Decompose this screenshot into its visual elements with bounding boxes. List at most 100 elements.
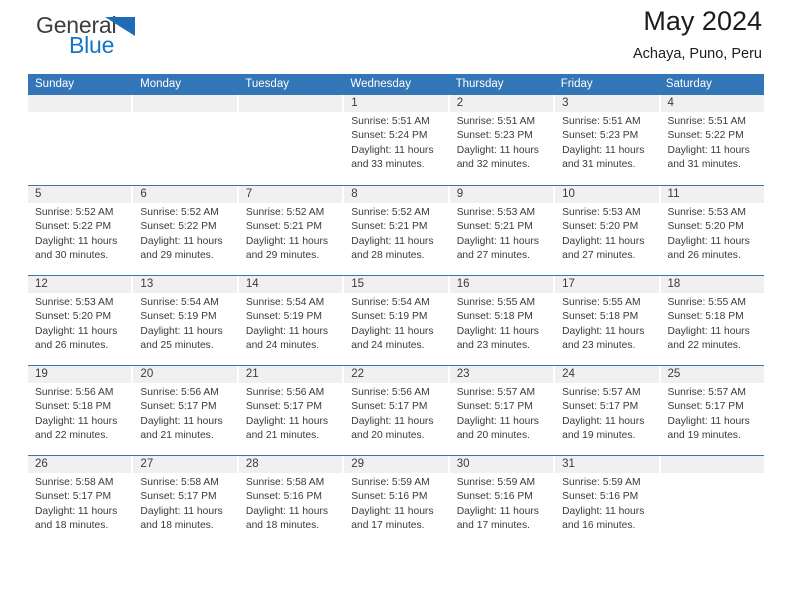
day-cell[interactable]: 19 Sunrise: 5:56 AM Sunset: 5:18 PM Dayligh… xyxy=(28,366,132,455)
sunset-text: Sunset: 5:17 PM xyxy=(245,401,322,413)
sunrise-text: Sunrise: 5:52 AM xyxy=(351,207,430,218)
day-cell[interactable]: 8 Sunrise: 5:52 AM Sunset: 5:21 PM Daylight… xyxy=(344,186,448,275)
sunrise-text: Sunrise: 5:57 AM xyxy=(667,387,746,398)
sunset-text: Sunset: 5:22 PM xyxy=(667,130,744,142)
day-cell[interactable]: 16 Sunrise: 5:55 AM Sunset: 5:18 PM Dayligh… xyxy=(449,276,554,365)
day-number: 2 xyxy=(449,95,554,112)
sunrise-text: Sunrise: 5:52 AM xyxy=(35,207,114,218)
daylight-text-line1: Daylight: 11 hours xyxy=(35,415,118,427)
day-cell[interactable]: 7 Sunrise: 5:52 AM Sunset: 5:21 PM Daylight… xyxy=(238,186,343,275)
daylight-text-line2: and 24 minutes. xyxy=(245,340,320,352)
sunset-text: Sunset: 5:22 PM xyxy=(140,221,217,233)
day-cell[interactable]: 6 Sunrise: 5:52 AM Sunset: 5:22 PM Daylight… xyxy=(133,186,237,275)
title-block: May 2024 Achaya, Puno, Peru xyxy=(633,6,762,62)
daylight-text-line1: Daylight: 11 hours xyxy=(351,505,434,517)
day-cell[interactable]: 4 Sunrise: 5:51 AM Sunset: 5:22 PM Daylight… xyxy=(660,95,764,185)
daylight-text-line1: Daylight: 11 hours xyxy=(562,325,645,337)
day-info: Sunrise: 5:55 AM Sunset: 5:18 PM Daylight:… xyxy=(450,293,553,354)
week-row: 5 Sunrise: 5:52 AM Sunset: 5:22 PM Daylight… xyxy=(28,185,764,275)
day-cell[interactable]: 12 Sunrise: 5:53 AM Sunset: 5:20 PM Dayligh… xyxy=(28,276,132,365)
sunset-text: Sunset: 5:21 PM xyxy=(456,221,533,233)
daylight-text-line2: and 21 minutes. xyxy=(245,430,320,442)
day-cell[interactable]: 5 Sunrise: 5:52 AM Sunset: 5:22 PM Daylight… xyxy=(28,186,132,275)
day-info: Sunrise: 5:58 AM Sunset: 5:16 PM Daylight:… xyxy=(239,473,342,534)
week-row: 19 Sunrise: 5:56 AM Sunset: 5:18 PM Dayligh… xyxy=(28,365,764,455)
day-cell[interactable]: 30 Sunrise: 5:59 AM Sunset: 5:16 PM Dayligh… xyxy=(449,456,554,545)
sunrise-text: Sunrise: 5:56 AM xyxy=(245,387,325,398)
day-number: 20 xyxy=(133,366,237,383)
day-cell[interactable]: 21 Sunrise: 5:56 AM Sunset: 5:17 PM Dayligh… xyxy=(238,366,343,455)
day-cell[interactable]: 23 Sunrise: 5:57 AM Sunset: 5:17 PM Dayligh… xyxy=(449,366,554,455)
day-cell[interactable]: 13 Sunrise: 5:54 AM Sunset: 5:19 PM Dayligh… xyxy=(133,276,237,365)
day-info: Sunrise: 5:54 AM Sunset: 5:19 PM Daylight:… xyxy=(133,293,236,354)
day-cell[interactable]: 25 Sunrise: 5:57 AM Sunset: 5:17 PM Dayligh… xyxy=(660,366,764,455)
daylight-text-line1: Daylight: 11 hours xyxy=(456,505,539,517)
sunset-text: Sunset: 5:17 PM xyxy=(35,491,112,503)
day-cell[interactable]: 27 Sunrise: 5:58 AM Sunset: 5:17 PM Dayligh… xyxy=(133,456,237,545)
sunset-text: Sunset: 5:20 PM xyxy=(35,311,112,323)
day-cell[interactable]: 11 Sunrise: 5:53 AM Sunset: 5:20 PM Dayligh… xyxy=(660,186,764,275)
day-cell[interactable]: 2 Sunrise: 5:51 AM Sunset: 5:23 PM Daylight… xyxy=(449,95,554,185)
daylight-text-line2: and 25 minutes. xyxy=(140,340,214,352)
sunset-text: Sunset: 5:17 PM xyxy=(562,401,639,413)
day-cell[interactable]: 18 Sunrise: 5:55 AM Sunset: 5:18 PM Dayligh… xyxy=(660,276,764,365)
day-number: 16 xyxy=(449,276,554,293)
day-cell[interactable]: 3 Sunrise: 5:51 AM Sunset: 5:23 PM Daylight… xyxy=(555,95,659,185)
sunset-text: Sunset: 5:17 PM xyxy=(456,401,533,413)
weekday-header-thursday: Thursday xyxy=(455,78,504,90)
day-info: Sunrise: 5:53 AM Sunset: 5:21 PM Daylight:… xyxy=(450,203,553,264)
day-cell[interactable]: 10 Sunrise: 5:53 AM Sunset: 5:20 PM Dayligh… xyxy=(555,186,659,275)
day-cell-empty xyxy=(660,456,764,545)
day-number: 19 xyxy=(28,366,132,383)
sunrise-text: Sunrise: 5:58 AM xyxy=(140,477,219,488)
day-info: Sunrise: 5:57 AM Sunset: 5:17 PM Daylight:… xyxy=(450,383,553,444)
day-number: 8 xyxy=(344,186,448,203)
day-number: 17 xyxy=(555,276,659,293)
day-info: Sunrise: 5:56 AM Sunset: 5:18 PM Daylight:… xyxy=(28,383,131,444)
daylight-text-line1: Daylight: 11 hours xyxy=(35,325,118,337)
daylight-text-line1: Daylight: 11 hours xyxy=(351,325,434,337)
day-number: 27 xyxy=(133,456,237,473)
day-cell[interactable]: 28 Sunrise: 5:58 AM Sunset: 5:16 PM Dayligh… xyxy=(238,456,343,545)
day-cell[interactable]: 9 Sunrise: 5:53 AM Sunset: 5:21 PM Daylight… xyxy=(449,186,554,275)
day-number: 25 xyxy=(660,366,764,383)
general-blue-logo[interactable]: General Blue xyxy=(36,12,156,64)
day-cell[interactable]: 15 Sunrise: 5:54 AM Sunset: 5:19 PM Dayligh… xyxy=(344,276,448,365)
sunrise-text: Sunrise: 5:55 AM xyxy=(667,297,746,308)
daylight-text-line1: Daylight: 11 hours xyxy=(456,415,539,427)
page-subtitle: Achaya, Puno, Peru xyxy=(633,46,762,63)
day-number: 15 xyxy=(344,276,448,293)
day-number: 22 xyxy=(344,366,448,383)
sunset-text: Sunset: 5:17 PM xyxy=(140,491,217,503)
day-info: Sunrise: 5:58 AM Sunset: 5:17 PM Daylight:… xyxy=(28,473,131,534)
day-cell-empty xyxy=(28,95,132,185)
day-cell[interactable]: 26 Sunrise: 5:58 AM Sunset: 5:17 PM Dayligh… xyxy=(28,456,132,545)
day-cell[interactable]: 31 Sunrise: 5:59 AM Sunset: 5:16 PM Dayligh… xyxy=(555,456,659,545)
daylight-text-line2: and 18 minutes. xyxy=(35,520,109,532)
day-number xyxy=(238,95,343,112)
daylight-text-line2: and 18 minutes. xyxy=(140,520,214,532)
daylight-text-line2: and 17 minutes. xyxy=(456,520,530,532)
daylight-text-line2: and 28 minutes. xyxy=(351,250,425,262)
day-info: Sunrise: 5:53 AM Sunset: 5:20 PM Daylight:… xyxy=(555,203,658,264)
day-cell[interactable]: 24 Sunrise: 5:57 AM Sunset: 5:17 PM Dayligh… xyxy=(555,366,659,455)
day-number xyxy=(28,95,132,112)
daylight-text-line2: and 19 minutes. xyxy=(667,430,741,442)
sunset-text: Sunset: 5:21 PM xyxy=(245,221,322,233)
day-info: Sunrise: 5:51 AM Sunset: 5:24 PM Daylight:… xyxy=(344,112,447,173)
day-info: Sunrise: 5:51 AM Sunset: 5:22 PM Daylight:… xyxy=(661,112,764,173)
sunset-text: Sunset: 5:24 PM xyxy=(351,130,428,142)
day-number: 5 xyxy=(28,186,132,203)
sunrise-text: Sunrise: 5:53 AM xyxy=(456,207,536,218)
day-cell[interactable]: 17 Sunrise: 5:55 AM Sunset: 5:18 PM Dayligh… xyxy=(555,276,659,365)
day-info: Sunrise: 5:57 AM Sunset: 5:17 PM Daylight:… xyxy=(555,383,658,444)
daylight-text-line2: and 27 minutes. xyxy=(456,250,530,262)
day-cell[interactable]: 1 Sunrise: 5:51 AM Sunset: 5:24 PM Daylight… xyxy=(344,95,448,185)
day-cell[interactable]: 20 Sunrise: 5:56 AM Sunset: 5:17 PM Dayligh… xyxy=(133,366,237,455)
day-cell[interactable]: 22 Sunrise: 5:56 AM Sunset: 5:17 PM Dayligh… xyxy=(344,366,448,455)
day-cell[interactable]: 29 Sunrise: 5:59 AM Sunset: 5:16 PM Dayligh… xyxy=(344,456,448,545)
daylight-text-line1: Daylight: 11 hours xyxy=(667,415,750,427)
day-cell[interactable]: 14 Sunrise: 5:54 AM Sunset: 5:19 PM Dayligh… xyxy=(238,276,343,365)
sunrise-text: Sunrise: 5:51 AM xyxy=(456,116,536,127)
day-number: 11 xyxy=(660,186,764,203)
